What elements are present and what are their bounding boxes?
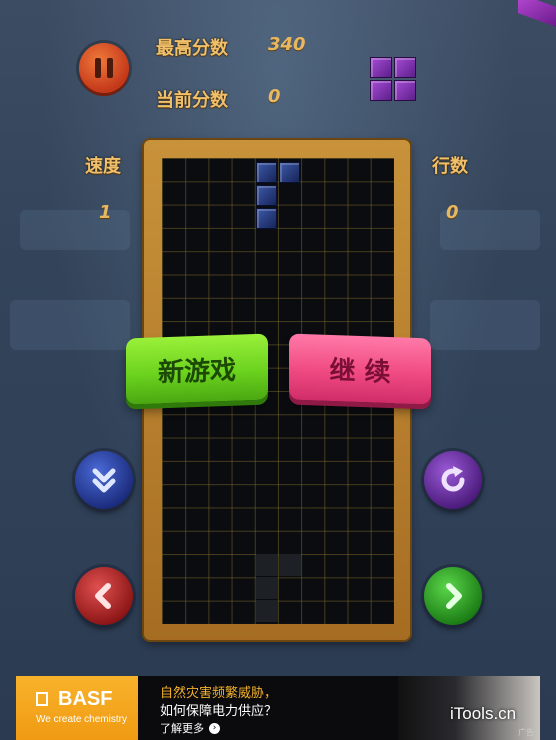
next-piece-preview	[370, 57, 418, 103]
ad-tag: 广告	[518, 728, 534, 737]
move-left-button[interactable]	[75, 567, 133, 625]
ghost-piece-block	[279, 554, 301, 576]
move-left-icon	[95, 583, 111, 609]
ad-learn-more-label: 了解更多	[160, 722, 204, 735]
high-score-label: 最高分数	[156, 38, 228, 59]
pause-icon	[92, 58, 116, 78]
active-piece-block	[256, 162, 277, 183]
ghost-piece-block	[256, 600, 278, 622]
ad-headline: 自然灾害频繁威胁，	[160, 686, 278, 701]
current-score-value: 0	[268, 86, 281, 107]
background-pattern	[10, 300, 130, 350]
background-pattern	[20, 210, 130, 250]
current-score-label: 当前分数	[156, 90, 228, 111]
pause-button[interactable]	[79, 43, 129, 93]
basf-brand: BASF	[58, 688, 113, 710]
basf-logo-mark	[36, 692, 48, 706]
basf-logo: BASF We create chemistry	[16, 676, 138, 740]
active-piece-block	[256, 208, 277, 229]
ghost-piece-block	[256, 554, 278, 576]
drop-down-icon	[92, 468, 116, 493]
active-piece-block	[279, 162, 300, 183]
move-right-button[interactable]	[424, 567, 482, 625]
ad-learn-more-link[interactable]: 了解更多 ›	[160, 720, 220, 736]
lines-label: 行数	[432, 156, 468, 177]
lines-value: 0	[446, 202, 459, 223]
move-right-icon	[446, 583, 462, 609]
ghost-piece-block	[256, 577, 278, 599]
watermark: iTools.cn	[450, 704, 517, 723]
high-score-value: 340	[268, 34, 306, 55]
ad-subheadline: 如何保障电力供应？	[160, 704, 278, 719]
rotate-button[interactable]	[424, 451, 482, 509]
continue-button[interactable]: 继 续	[289, 333, 431, 405]
rotate-icon	[441, 466, 465, 492]
speed-value: 1	[99, 202, 112, 223]
arrow-right-icon: ›	[209, 722, 220, 734]
speed-label: 速度	[85, 156, 121, 177]
background-pattern	[430, 300, 540, 350]
active-piece-block	[256, 185, 277, 206]
drop-down-button[interactable]	[75, 451, 133, 509]
new-game-button[interactable]: 新游戏	[126, 333, 268, 405]
basf-slogan: We create chemistry	[36, 714, 127, 725]
